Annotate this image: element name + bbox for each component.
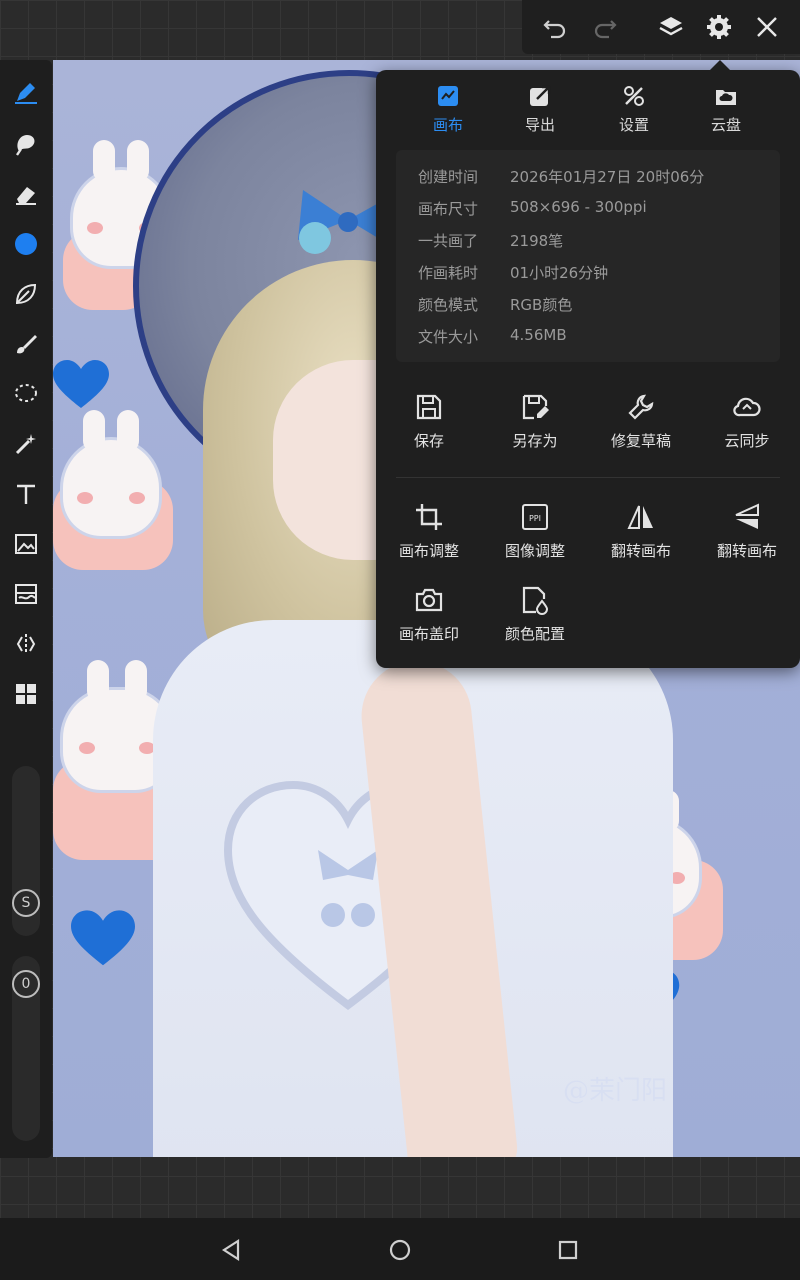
- text-icon[interactable]: [10, 478, 42, 510]
- save-icon: [416, 394, 442, 420]
- pen-icon[interactable]: [10, 76, 42, 108]
- flip-horizontal-icon: [627, 505, 653, 529]
- svg-text:PPI: PPI: [529, 514, 541, 523]
- home-icon[interactable]: [386, 1236, 414, 1264]
- tab-canvas[interactable]: 画布: [402, 84, 494, 144]
- tab-settings[interactable]: 设置: [588, 84, 680, 144]
- ppi-icon: PPI: [522, 504, 548, 530]
- undo-icon[interactable]: [538, 10, 572, 44]
- grid-layout-icon[interactable]: [10, 678, 42, 710]
- panel-divider: [396, 477, 780, 478]
- system-nav-bar: [0, 1218, 800, 1280]
- image-import-icon[interactable]: [10, 528, 42, 560]
- tab-export[interactable]: 导出: [494, 84, 586, 144]
- recents-icon[interactable]: [554, 1236, 582, 1264]
- leaf-brush-icon[interactable]: [10, 278, 42, 310]
- canvas-settings-popup: 画布 导出 设置 云盘 创建时间 2026年01月27日 20时06分 画布尺寸…: [376, 60, 800, 668]
- cloud-drive-icon: [716, 90, 736, 105]
- save-as-icon: [522, 394, 549, 420]
- canvas-info-box: 创建时间 2026年01月27日 20时06分 画布尺寸 508×696 - 3…: [396, 150, 780, 362]
- magic-wand-icon[interactable]: [10, 428, 42, 460]
- flip-vertical-icon: [735, 503, 759, 529]
- top-toolbar: [522, 0, 800, 54]
- flip-canvas-horizontal-button[interactable]: 翻转画布: [588, 502, 694, 572]
- flip-canvas-vertical-button[interactable]: 翻转画布: [694, 502, 800, 572]
- wrench-icon: [628, 394, 654, 420]
- picture-adjust-icon[interactable]: [10, 578, 42, 610]
- color-dot[interactable]: [10, 228, 42, 260]
- close-icon[interactable]: [750, 10, 784, 44]
- symmetry-icon[interactable]: [10, 628, 42, 660]
- lasso-icon[interactable]: [10, 378, 42, 410]
- cloud-sync-icon: [733, 397, 761, 417]
- image-adjust-button[interactable]: PPI 图像调整: [482, 502, 588, 572]
- panel-tabs: 画布 导出 设置 云盘: [376, 84, 800, 144]
- save-button[interactable]: 保存: [376, 392, 482, 462]
- layers-icon[interactable]: [654, 10, 688, 44]
- canvas-watermark: @茉门阳: [563, 1076, 668, 1106]
- redo-icon[interactable]: [588, 10, 622, 44]
- tools-icon: [624, 86, 644, 106]
- settings-icon[interactable]: [702, 10, 736, 44]
- back-icon[interactable]: [218, 1236, 246, 1264]
- heart-sticker: [53, 360, 109, 410]
- save-as-button[interactable]: 另存为: [482, 392, 588, 462]
- heart-sticker: [71, 910, 135, 968]
- smudge-icon[interactable]: [10, 128, 42, 160]
- color-config-button[interactable]: 颜色配置: [482, 585, 588, 655]
- canvas-adjust-button[interactable]: 画布调整: [376, 502, 482, 572]
- canvas-icon: [438, 86, 458, 106]
- canvas-stamp-button[interactable]: 画布盖印: [376, 585, 482, 655]
- export-icon: [530, 85, 551, 106]
- eraser-icon[interactable]: [10, 178, 42, 210]
- bunny-sticker: [63, 410, 159, 536]
- brush-size-label: S: [12, 889, 40, 917]
- crop-icon: [416, 504, 442, 530]
- tab-cloud[interactable]: 云盘: [680, 84, 772, 144]
- opacity-label: 0: [12, 970, 40, 998]
- repair-draft-button[interactable]: 修复草稿: [588, 392, 694, 462]
- cloud-sync-button[interactable]: 云同步: [694, 392, 800, 462]
- tool-rail: S 0: [0, 60, 52, 1158]
- camera-icon: [415, 588, 443, 612]
- paint-brush-icon[interactable]: [10, 328, 42, 360]
- color-profile-icon: [522, 586, 549, 615]
